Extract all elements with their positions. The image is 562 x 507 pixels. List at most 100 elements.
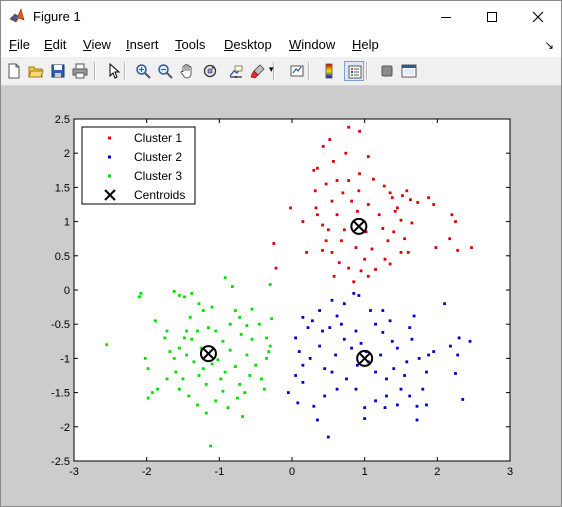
data-point	[223, 370, 227, 374]
data-point	[403, 237, 407, 241]
data-point	[262, 387, 266, 391]
data-point	[385, 377, 388, 381]
data-point	[425, 370, 428, 374]
data-point	[181, 377, 185, 381]
window-title: Figure 1	[33, 9, 81, 24]
edit-plot-arrow-button[interactable]	[104, 61, 124, 81]
maximize-icon	[487, 12, 497, 22]
edit-plot-arrow-icon	[109, 63, 121, 79]
data-point	[330, 199, 334, 203]
open-file-button[interactable]	[26, 61, 46, 81]
data-point	[337, 261, 341, 265]
y-tick-label: -2	[60, 422, 70, 434]
data-point	[392, 367, 396, 371]
menu-desktop[interactable]: Desktop	[224, 37, 272, 52]
show-plot-tools-button[interactable]	[399, 61, 419, 81]
y-tick-label: 0	[64, 285, 70, 297]
data-point	[138, 295, 141, 299]
data-point	[272, 242, 276, 245]
dock-arrow-icon[interactable]: ↘	[545, 39, 554, 52]
data-point	[354, 329, 358, 333]
data-point	[374, 370, 377, 374]
data-point	[408, 326, 412, 330]
menu-tools[interactable]: Tools	[175, 37, 205, 52]
data-point	[201, 309, 205, 312]
maximize-button[interactable]	[469, 1, 515, 32]
data-point	[241, 415, 244, 418]
data-point	[321, 329, 324, 333]
data-point	[427, 353, 431, 357]
data-point	[294, 374, 298, 377]
menu-insert[interactable]: Insert	[126, 37, 159, 52]
data-point	[369, 309, 372, 312]
data-point	[399, 387, 403, 391]
legend-label: Cluster 2	[134, 150, 182, 164]
data-point	[197, 302, 201, 306]
menu-help[interactable]: Help	[352, 37, 379, 52]
data-point	[294, 336, 298, 340]
x-tick-label: 2	[434, 466, 440, 478]
title-bar[interactable]: Figure 1	[1, 1, 561, 32]
menu-window[interactable]: Window	[289, 37, 335, 52]
data-point	[318, 344, 322, 348]
menu-edit[interactable]: Edit	[44, 37, 66, 52]
data-point	[377, 213, 381, 217]
link-plot-button[interactable]	[287, 61, 307, 81]
print-button[interactable]	[70, 61, 90, 81]
data-point	[470, 246, 473, 249]
menu-view[interactable]: View	[83, 37, 111, 52]
data-point	[174, 370, 178, 374]
data-point	[340, 239, 343, 243]
data-point	[146, 367, 150, 371]
data-point	[330, 370, 334, 374]
x-tick-label: -3	[69, 466, 79, 478]
data-point	[268, 283, 272, 286]
toolbar-separator	[124, 62, 126, 80]
pan-hand-button[interactable]	[177, 61, 197, 81]
minimize-button[interactable]	[423, 1, 469, 32]
data-point	[427, 196, 431, 200]
data-point	[305, 250, 308, 254]
data-point	[219, 377, 223, 381]
menu-file[interactable]: File	[9, 37, 30, 52]
rotate-3d-button[interactable]	[200, 61, 220, 81]
brush-dropdown-icon[interactable]: ▾	[269, 64, 274, 75]
hide-plot-tools-button[interactable]	[377, 61, 397, 81]
data-point	[310, 319, 314, 323]
data-point	[395, 206, 399, 210]
data-point	[250, 307, 254, 311]
insert-colorbar-button[interactable]	[319, 61, 339, 81]
insert-legend-button[interactable]	[344, 61, 364, 81]
new-figure-button[interactable]	[4, 61, 24, 81]
data-point	[461, 398, 465, 401]
data-point	[321, 248, 324, 252]
data-point	[399, 218, 403, 222]
data-point	[172, 357, 176, 360]
data-point	[388, 191, 392, 195]
scatter-plot[interactable]: -3 -2 -1 0 1 2 3 -2.5 -2 -1.5 -1 -0.5 0 0.5 1 1.5 2 2.5 Cl…	[1, 86, 561, 506]
data-point	[335, 314, 339, 318]
zoom-in-button[interactable]	[133, 61, 153, 81]
zoom-out-button[interactable]	[155, 61, 175, 81]
data-point	[403, 374, 407, 377]
data-point	[395, 403, 399, 407]
close-button[interactable]	[515, 1, 561, 32]
zoom-in-icon	[136, 64, 151, 79]
data-point	[265, 357, 268, 360]
data-point	[454, 220, 457, 223]
data-point	[257, 322, 261, 326]
data-point	[354, 246, 358, 249]
data-point	[316, 213, 319, 217]
data-point	[408, 394, 412, 398]
x-tick-label: -2	[142, 466, 152, 478]
data-point	[165, 377, 169, 381]
brush-button[interactable]: ▾	[248, 61, 274, 81]
data-point	[209, 444, 213, 448]
data-cursor-button[interactable]	[226, 61, 246, 81]
data-point	[318, 309, 322, 312]
save-button[interactable]	[48, 61, 68, 81]
data-point	[374, 399, 377, 403]
data-point	[335, 387, 339, 391]
data-point	[379, 353, 383, 357]
data-point	[228, 348, 232, 352]
